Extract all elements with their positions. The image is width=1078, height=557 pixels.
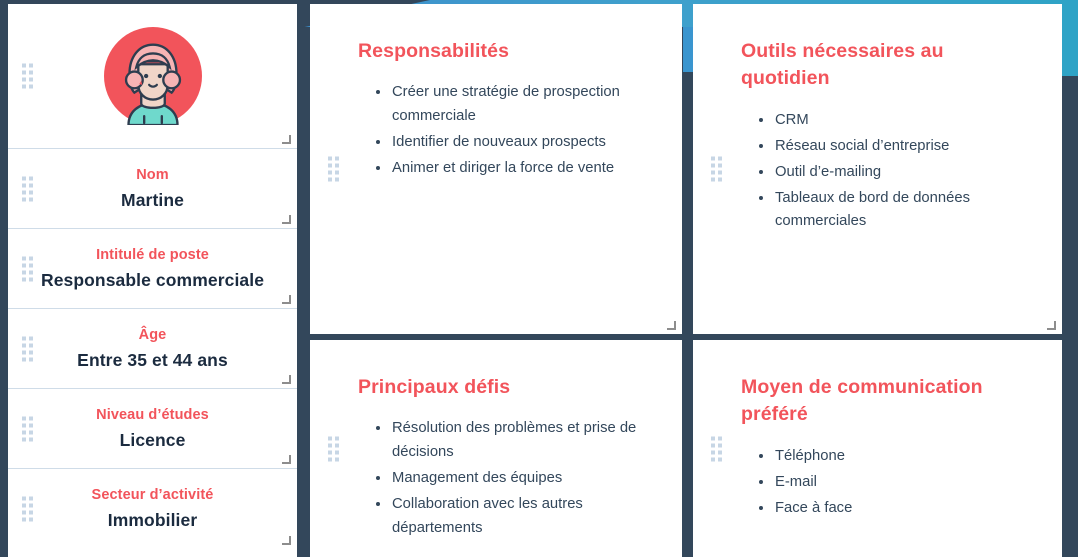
list-item: Résolution des problèmes et prise de déc… — [376, 417, 652, 465]
decorative-blue-notch — [683, 27, 693, 72]
list-item: Réseau social d’entreprise — [759, 135, 1032, 159]
field-value: Martine — [121, 189, 184, 210]
drag-handle-icon[interactable] — [22, 256, 33, 281]
card-title: Moyen de communication préféré — [741, 376, 983, 426]
drag-handle-icon[interactable] — [22, 176, 33, 201]
drag-handle-icon[interactable] — [22, 496, 33, 522]
drag-handle-icon[interactable] — [22, 63, 33, 89]
field-value: Licence — [119, 429, 186, 450]
list-item: Animer et diriger la force de vente — [376, 157, 652, 181]
card-list: Résolution des problèmes et prise de déc… — [358, 417, 652, 541]
card-list: Téléphone E-mail Face à face — [741, 445, 1032, 521]
profile-field-age[interactable]: Âge Entre 35 et 44 ans — [8, 309, 297, 389]
resize-handle-icon[interactable] — [282, 455, 291, 464]
field-label: Intitulé de poste — [96, 246, 209, 263]
drag-handle-icon[interactable] — [328, 436, 339, 461]
profile-field-intitule-de-poste[interactable]: Intitulé de poste Responsable commercial… — [8, 229, 297, 309]
card-title: Outils nécessaires au quotidien — [741, 40, 944, 90]
resize-handle-icon[interactable] — [667, 321, 676, 330]
field-value: Entre 35 et 44 ans — [77, 349, 228, 370]
drag-handle-icon[interactable] — [328, 156, 339, 182]
resize-handle-icon[interactable] — [1047, 321, 1056, 330]
resize-handle-icon[interactable] — [282, 536, 291, 545]
drag-handle-icon[interactable] — [711, 156, 722, 182]
list-item: Identifier de nouveaux prospects — [376, 131, 652, 155]
card-list: CRM Réseau social d’entreprise Outil d’e… — [741, 109, 1032, 235]
resize-handle-icon[interactable] — [282, 375, 291, 384]
decorative-right-blue-band — [1061, 0, 1078, 76]
list-item: Collaboration avec les autres départemen… — [376, 493, 652, 541]
card-list: Créer une stratégie de prospection comme… — [358, 81, 652, 181]
profile-field-niveau-d-etudes[interactable]: Niveau d’études Licence — [8, 389, 297, 469]
field-label: Niveau d’études — [96, 406, 209, 423]
drag-handle-icon[interactable] — [22, 336, 33, 361]
list-item: E-mail — [759, 471, 1032, 495]
field-label: Âge — [138, 326, 167, 343]
card-principaux-defis[interactable]: Principaux défis Résolution des problème… — [310, 340, 682, 557]
list-item: CRM — [759, 109, 1032, 133]
profile-field-secteur-d-activite[interactable]: Secteur d’activité Immobilier — [8, 469, 297, 549]
profile-field-nom[interactable]: Nom Martine — [8, 149, 297, 229]
persona-board: Nom Martine Intitulé de poste Responsabl… — [0, 0, 1078, 557]
list-item: Téléphone — [759, 445, 1032, 469]
card-title: Principaux défis — [358, 376, 511, 398]
card-outils-necessaires[interactable]: Outils nécessaires au quotidien CRM Rése… — [693, 4, 1062, 334]
list-item: Créer une stratégie de prospection comme… — [376, 81, 652, 129]
woman-avatar-icon — [103, 27, 202, 125]
list-item: Outil d’e-mailing — [759, 161, 1032, 185]
card-responsabilites[interactable]: Responsabilités Créer une stratégie de p… — [310, 4, 682, 334]
card-moyen-de-communication[interactable]: Moyen de communication préféré Téléphone… — [693, 340, 1062, 557]
avatar-section[interactable] — [8, 4, 297, 149]
list-item: Management des équipes — [376, 467, 652, 491]
field-label: Nom — [136, 166, 169, 183]
profile-panel: Nom Martine Intitulé de poste Responsabl… — [8, 4, 297, 557]
field-value: Responsable commerciale — [40, 269, 265, 290]
drag-handle-icon[interactable] — [22, 416, 33, 441]
resize-handle-icon[interactable] — [282, 295, 291, 304]
drag-handle-icon[interactable] — [711, 436, 722, 461]
card-title: Responsabilités — [358, 40, 510, 62]
resize-handle-icon[interactable] — [282, 135, 291, 144]
resize-handle-icon[interactable] — [282, 215, 291, 224]
field-value: Immobilier — [107, 510, 198, 530]
list-item: Tableaux de bord de données commerciales — [759, 187, 1032, 235]
list-item: Face à face — [759, 497, 1032, 521]
field-label: Secteur d’activité — [91, 487, 214, 503]
